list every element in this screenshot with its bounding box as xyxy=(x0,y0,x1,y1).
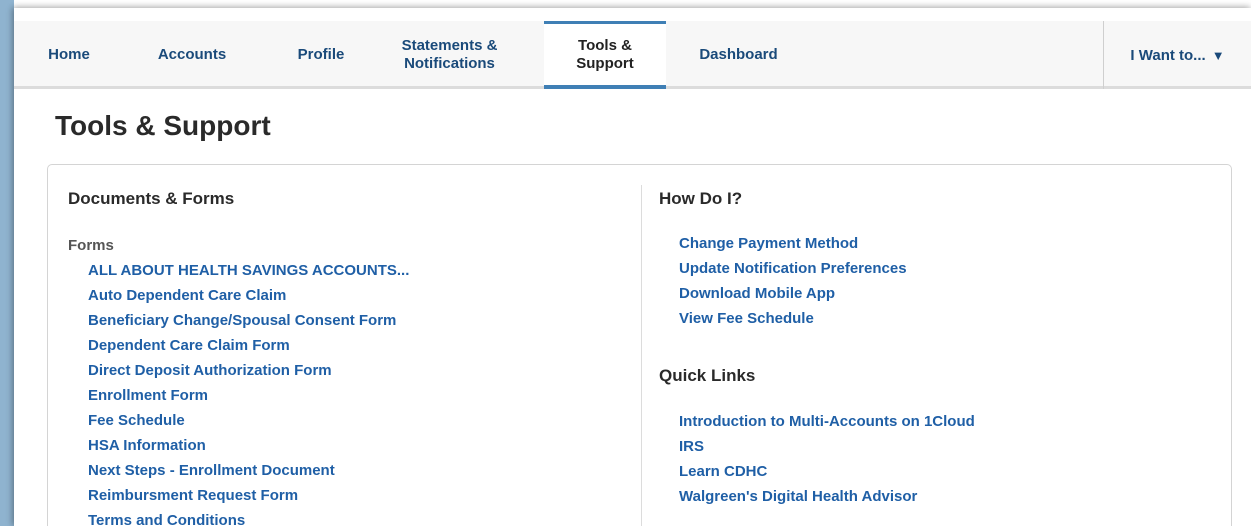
i-want-to-label: I Want to... xyxy=(1130,46,1206,64)
page-title: Tools & Support xyxy=(55,110,271,141)
nav-dashboard[interactable]: Dashboard xyxy=(686,21,791,89)
nav-tools-support[interactable]: Tools & Support xyxy=(544,21,666,89)
nav-statements-label: Statements & Notifications xyxy=(401,37,498,72)
tools-support-card: Documents & Forms Forms ALL ABOUT HEALTH… xyxy=(47,164,1232,526)
how-do-i-link-list: Change Payment Method Update Notificatio… xyxy=(679,231,907,331)
main-navigation: Home Accounts Profile Statements & Notif… xyxy=(14,21,1251,89)
form-link[interactable]: Beneficiary Change/Spousal Consent Form xyxy=(88,308,409,333)
quick-link[interactable]: Learn CDHC xyxy=(679,459,975,484)
window-top-strip xyxy=(0,0,1251,8)
form-link[interactable]: HSA Information xyxy=(88,433,409,458)
form-link[interactable]: Next Steps - Enrollment Document xyxy=(88,458,409,483)
quick-links-heading: Quick Links xyxy=(659,366,756,385)
column-divider xyxy=(641,185,642,526)
form-link[interactable]: Dependent Care Claim Form xyxy=(88,333,409,358)
nav-profile-label: Profile xyxy=(297,46,345,63)
form-link[interactable]: ALL ABOUT HEALTH SAVINGS ACCOUNTS... xyxy=(88,258,409,283)
form-link[interactable]: Auto Dependent Care Claim xyxy=(88,283,409,308)
nav-home[interactable]: Home xyxy=(14,21,124,89)
how-do-i-link[interactable]: Download Mobile App xyxy=(679,281,907,306)
how-do-i-link[interactable]: Update Notification Preferences xyxy=(679,256,907,281)
quick-link[interactable]: Walgreen's Digital Health Advisor xyxy=(679,484,975,509)
window-frame-left xyxy=(0,0,14,526)
form-link[interactable]: Terms and Conditions xyxy=(88,508,409,526)
quick-links-list: Introduction to Multi-Accounts on 1Cloud… xyxy=(679,409,975,509)
nav-dashboard-label: Dashboard xyxy=(699,46,778,63)
nav-tools-label: Tools & Support xyxy=(576,36,634,72)
nav-statements-notifications[interactable]: Statements & Notifications xyxy=(382,21,517,89)
caret-down-icon: ▼ xyxy=(1211,47,1225,63)
nav-home-label: Home xyxy=(48,46,90,63)
nav-accounts[interactable]: Accounts xyxy=(142,21,242,89)
how-do-i-link[interactable]: Change Payment Method xyxy=(679,231,907,256)
nav-profile[interactable]: Profile xyxy=(276,21,366,89)
form-link[interactable]: Direct Deposit Authorization Form xyxy=(88,358,409,383)
form-link[interactable]: Fee Schedule xyxy=(88,408,409,433)
form-link[interactable]: Reimbursment Request Form xyxy=(88,483,409,508)
documents-forms-heading: Documents & Forms xyxy=(68,189,235,208)
nav-accounts-label: Accounts xyxy=(157,46,227,63)
i-want-to-dropdown[interactable]: I Want to... ▼ xyxy=(1103,21,1251,89)
quick-link[interactable]: Introduction to Multi-Accounts on 1Cloud xyxy=(679,409,975,434)
form-link[interactable]: Enrollment Form xyxy=(88,383,409,408)
forms-link-list: ALL ABOUT HEALTH SAVINGS ACCOUNTS... Aut… xyxy=(88,258,409,526)
browser-content: Home Accounts Profile Statements & Notif… xyxy=(14,8,1251,526)
how-do-i-heading: How Do I? xyxy=(659,189,743,208)
forms-label: Forms xyxy=(68,237,114,254)
quick-link[interactable]: IRS xyxy=(679,434,975,459)
how-do-i-link[interactable]: View Fee Schedule xyxy=(679,306,907,331)
